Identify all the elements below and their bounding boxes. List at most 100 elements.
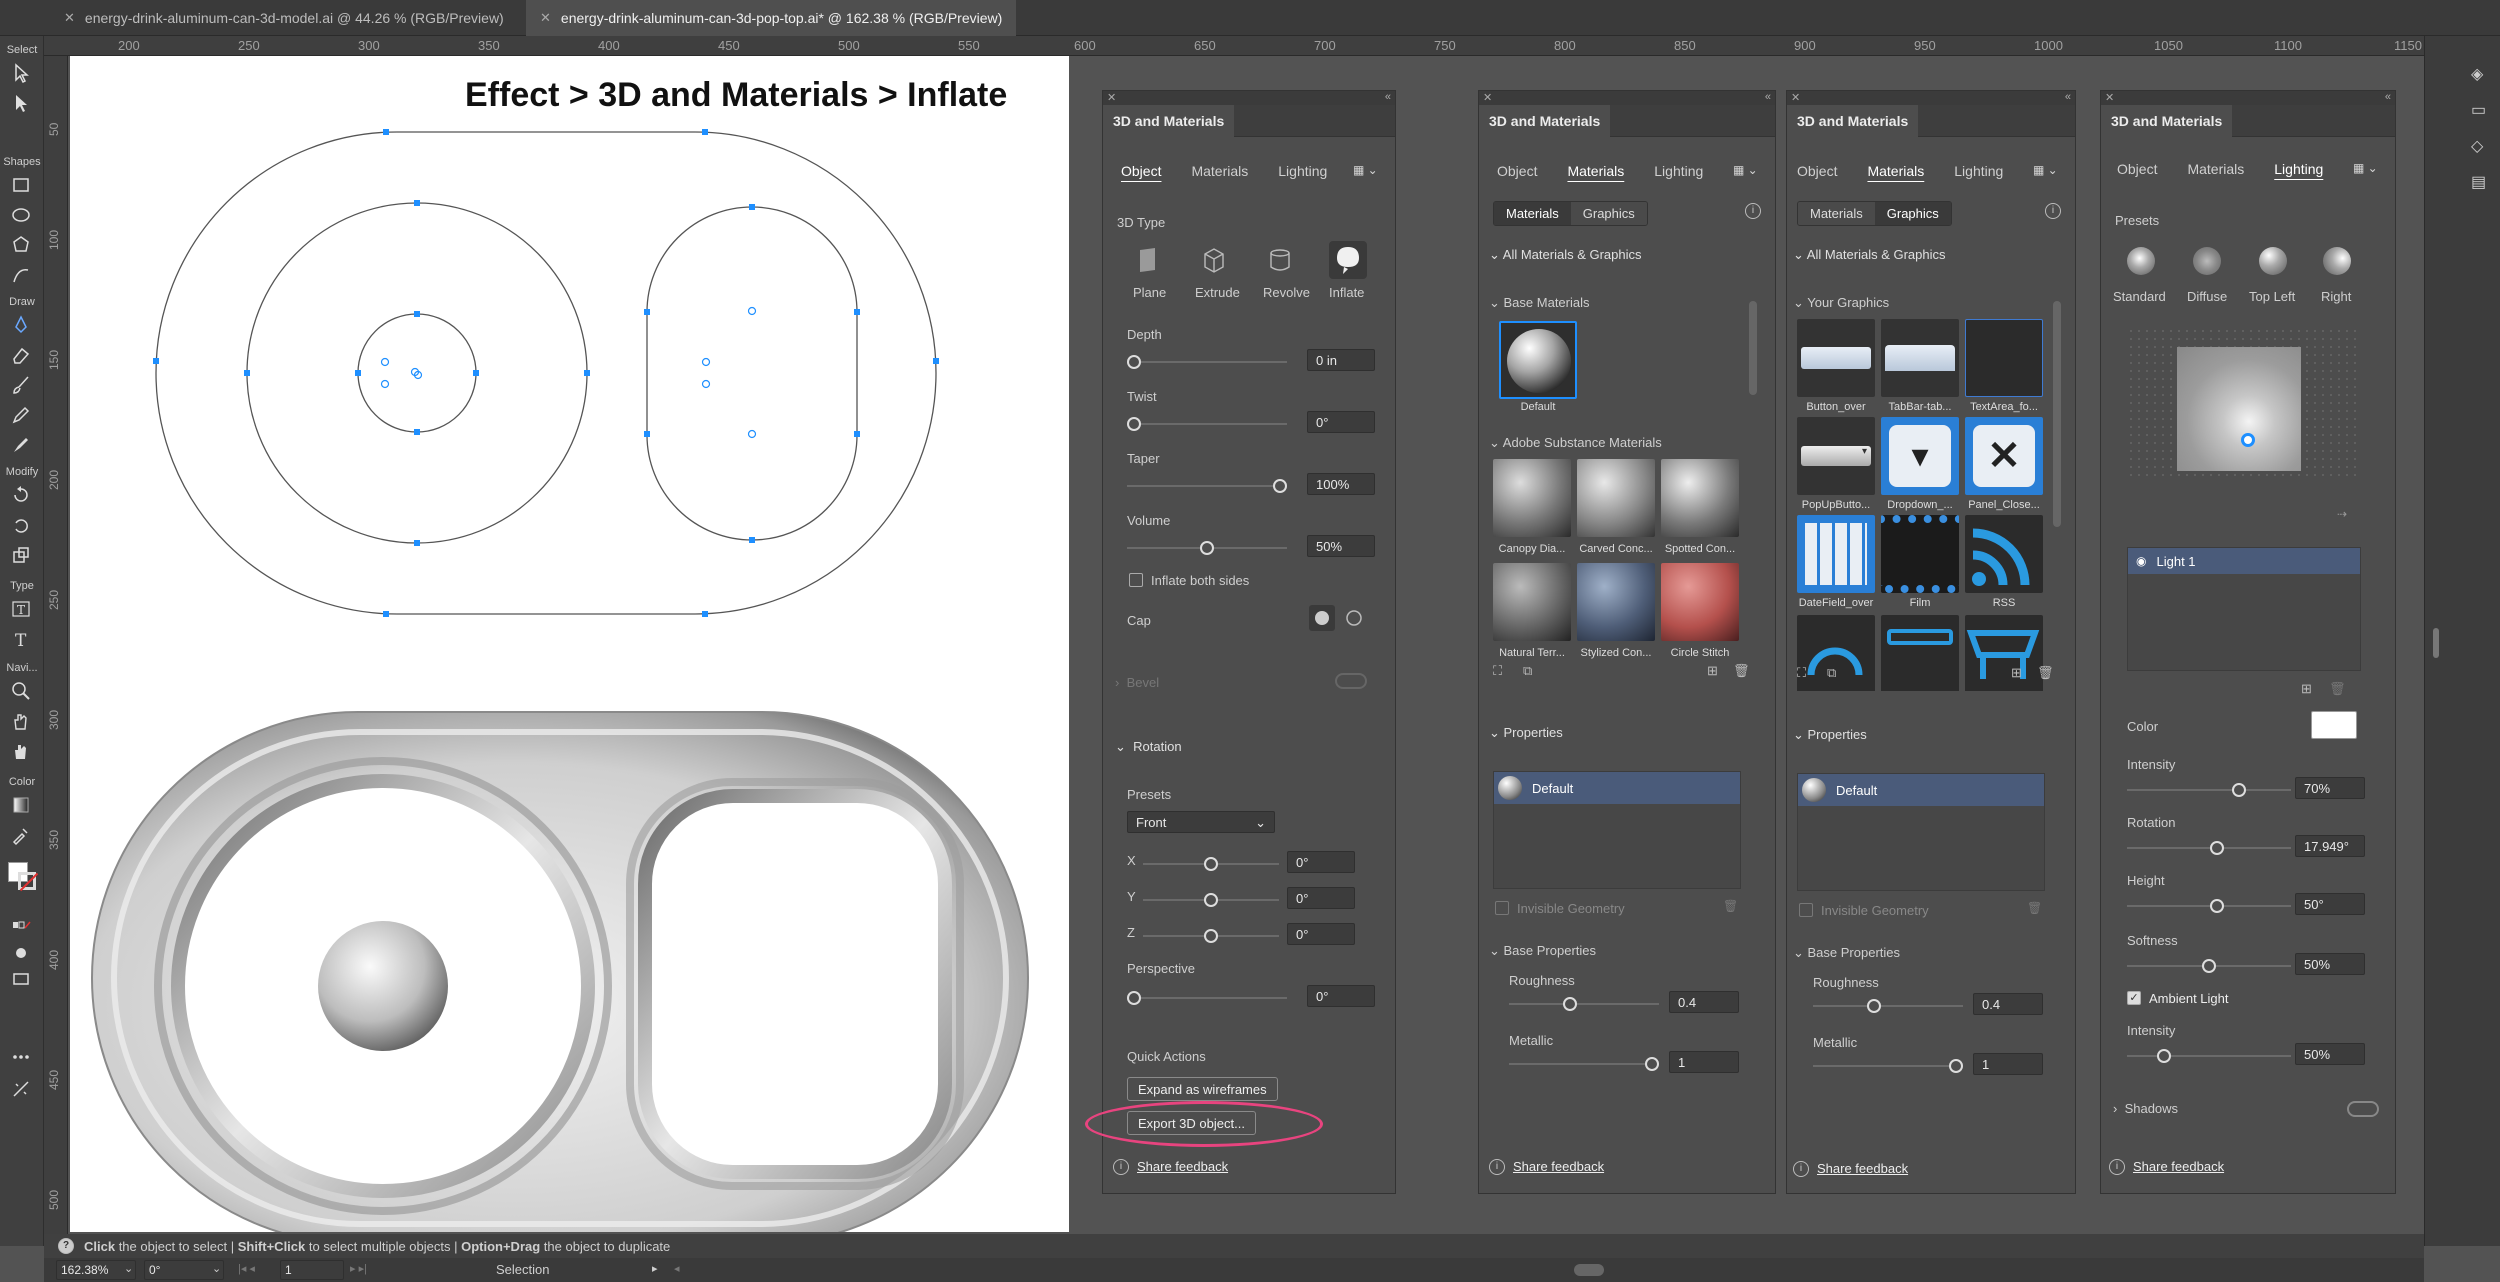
panel-title[interactable]: 3D and Materials (1787, 105, 1919, 137)
graphic-thumb-rss[interactable] (1965, 515, 2043, 593)
roughness-slider-track[interactable] (1509, 997, 1659, 1011)
stroke-swatch[interactable] (18, 872, 39, 892)
rotation-y-slider-track[interactable] (1143, 893, 1279, 907)
help-icon[interactable]: ? (58, 1238, 74, 1254)
cap-on-button[interactable] (1309, 605, 1335, 631)
rotation-y-input[interactable]: 0° (1287, 887, 1355, 909)
scroll-left-icon[interactable]: ◂ (674, 1262, 680, 1275)
perspective-input[interactable]: 0° (1307, 985, 1375, 1007)
twist-slider-knob[interactable] (1127, 417, 1141, 431)
volume-input[interactable]: 50% (1307, 535, 1375, 557)
bevel-toggle[interactable] (1335, 673, 1367, 689)
taper-slider-track[interactable] (1127, 479, 1287, 493)
eyedropper-icon[interactable] (8, 822, 34, 848)
inflate-both-sides-checkbox[interactable] (1129, 573, 1143, 587)
undo-icon[interactable] (8, 512, 34, 538)
perspective-slider-track[interactable] (1127, 991, 1287, 1005)
panel-title[interactable]: 3D and Materials (1103, 105, 1235, 137)
metallic-slider-track[interactable] (1509, 1057, 1659, 1071)
height-slider-knob[interactable] (2210, 899, 2224, 913)
delete-light-icon[interactable]: 🗑 (2329, 681, 2346, 697)
material-library-icon[interactable]: ⧉ (1523, 663, 1532, 679)
light-rotation-input[interactable]: 17.949° (2295, 835, 2365, 857)
graphic-thumb-datefield[interactable] (1797, 515, 1875, 593)
intensity-slider-knob[interactable] (2232, 783, 2246, 797)
softness-slider-knob[interactable] (2202, 959, 2216, 973)
pencil-icon[interactable] (8, 402, 34, 428)
info-icon[interactable]: i (1745, 203, 1761, 219)
intensity-input[interactable]: 70% (2295, 777, 2365, 799)
ellipse-icon[interactable] (8, 202, 34, 228)
shadows-section-header[interactable]: › Shadows (2113, 1101, 2178, 1116)
metallic-input[interactable]: 1 (1669, 1051, 1739, 1073)
panel-title[interactable]: 3D and Materials (2101, 105, 2233, 137)
rotation-z-slider-knob[interactable] (1204, 929, 1218, 943)
scale-icon[interactable] (8, 542, 34, 568)
twist-input[interactable]: 0° (1307, 411, 1375, 433)
cap-off-button[interactable] (1341, 605, 1367, 631)
close-panel-icon[interactable]: ✕ (1483, 91, 1492, 104)
intensity-slider-track[interactable] (2127, 783, 2291, 797)
tab-object[interactable]: Object (1797, 163, 1837, 179)
libraries-icon[interactable]: ▤ (2471, 172, 2486, 192)
depth-input[interactable]: 0 in (1307, 349, 1375, 371)
color-mode-icon[interactable] (8, 912, 34, 938)
graphic-thumb-popup-button[interactable]: ▾ (1797, 417, 1875, 495)
volume-slider-knob[interactable] (1200, 541, 1214, 555)
paintbrush-icon[interactable] (8, 372, 34, 398)
panel-drag-header[interactable]: ✕ « (1103, 91, 1395, 105)
add-material-3d-icon[interactable]: ⛶ (1493, 663, 1502, 679)
blob-brush-icon[interactable] (8, 432, 34, 458)
panel-options-menu-icon[interactable]: ▦ ⌄ (1353, 163, 1378, 177)
graphics-segment[interactable]: Graphics (1874, 202, 1951, 225)
roughness-input[interactable]: 0.4 (1973, 993, 2043, 1015)
material-thumb[interactable] (1577, 563, 1655, 641)
tab-materials[interactable]: Materials (1191, 163, 1248, 179)
panel-drag-header[interactable]: ✕ « (1787, 91, 2075, 105)
more-tools-icon[interactable] (8, 1044, 34, 1070)
panel-drag-header[interactable]: ✕ « (1479, 91, 1775, 105)
close-tab-icon[interactable]: ✕ (64, 10, 75, 26)
collapse-panel-icon[interactable]: « (2385, 91, 2391, 103)
add-icon[interactable]: ⊞ (1707, 663, 1718, 679)
panel-options-menu-icon[interactable]: ▦ ⌄ (2033, 163, 2058, 177)
panel-drag-header[interactable]: ✕ « (2101, 91, 2395, 105)
roughness-input[interactable]: 0.4 (1669, 991, 1739, 1013)
polygon-icon[interactable] (8, 232, 34, 258)
tab-lighting[interactable]: Lighting (1278, 163, 1327, 179)
invisible-geometry-checkbox[interactable] (1495, 901, 1509, 915)
graphics-scrollbar[interactable] (2053, 301, 2061, 527)
add-graphic-3d-icon[interactable]: ⛶ (1797, 665, 1806, 681)
trash-icon[interactable]: 🗑 (2027, 901, 2042, 915)
inflate-type-button[interactable] (1329, 241, 1367, 279)
rotation-x-slider-knob[interactable] (1204, 857, 1218, 871)
trash-icon[interactable]: 🗑 (2037, 665, 2054, 681)
softness-slider-track[interactable] (2127, 959, 2291, 973)
layers-icon[interactable]: ◇ (2471, 136, 2483, 156)
rectangle-icon[interactable] (8, 172, 34, 198)
rotate-view-icon[interactable] (8, 738, 34, 764)
rotation-section-header[interactable]: ⌄ Rotation (1115, 739, 1182, 755)
graphic-thumb-partial[interactable] (1965, 615, 2043, 691)
material-thumb[interactable] (1577, 459, 1655, 537)
trash-icon[interactable]: 🗑 (1733, 663, 1750, 679)
share-feedback-link[interactable]: Share feedback (1817, 1161, 1908, 1176)
properties-panel-icon[interactable]: ◈ (2471, 64, 2483, 84)
your-graphics-header[interactable]: ⌄ Your Graphics (1793, 295, 1889, 311)
extrude-type-button[interactable] (1199, 245, 1229, 275)
softness-input[interactable]: 50% (2295, 953, 2365, 975)
add-icon[interactable]: ⊞ (2011, 665, 2022, 681)
hand-icon[interactable] (8, 708, 34, 734)
height-slider-track[interactable] (2127, 899, 2291, 913)
puppet-warp-icon[interactable] (8, 1076, 34, 1102)
plane-type-button[interactable] (1133, 245, 1163, 275)
all-materials-header[interactable]: ⌄ All Materials & Graphics (1793, 247, 1946, 263)
light-position-widget[interactable] (2127, 327, 2361, 477)
perspective-slider-knob[interactable] (1127, 991, 1141, 1005)
collapse-panel-icon[interactable]: « (2065, 91, 2071, 103)
properties-list-item-default[interactable]: Default (1494, 772, 1740, 804)
tool-menu-arrow-icon[interactable]: ▸ (652, 1262, 658, 1275)
panel-options-menu-icon[interactable]: ▦ ⌄ (2353, 161, 2378, 175)
bevel-section-header[interactable]: › Bevel (1115, 675, 1159, 690)
graphic-library-icon[interactable]: ⧉ (1827, 665, 1836, 681)
